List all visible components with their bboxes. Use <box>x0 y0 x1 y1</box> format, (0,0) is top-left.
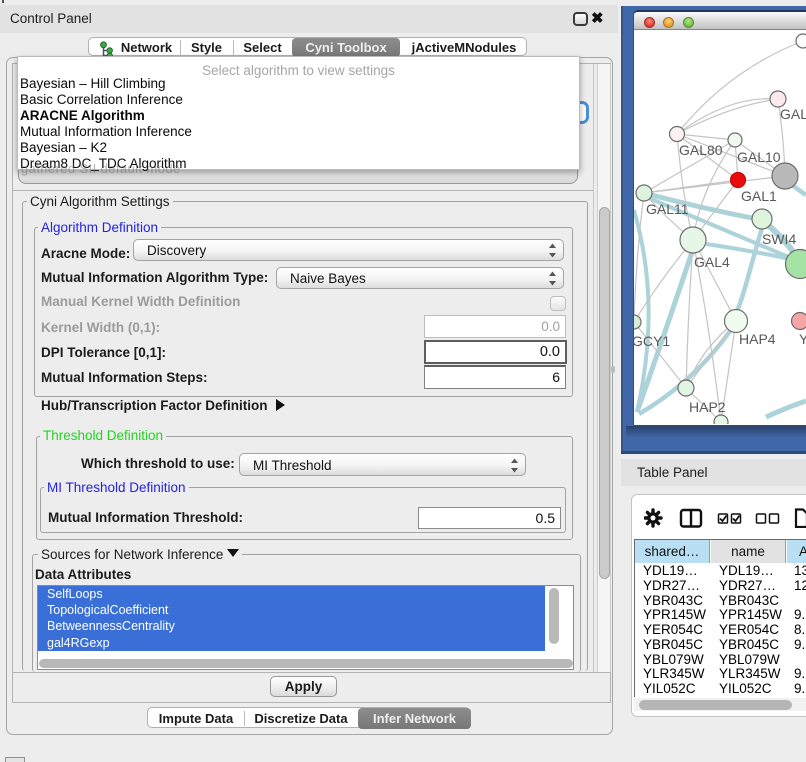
svg-text:GAL4: GAL4 <box>694 254 730 270</box>
svg-text:Y: Y <box>799 331 806 347</box>
svg-text:HAP4: HAP4 <box>739 331 776 347</box>
svg-text:HAP2: HAP2 <box>689 399 726 415</box>
svg-text:GCY1: GCY1 <box>634 333 670 349</box>
svg-text:GAL1: GAL1 <box>741 188 777 204</box>
svg-text:GAL: GAL <box>780 106 806 122</box>
svg-text:GAL10: GAL10 <box>737 149 781 165</box>
svg-text:GAL80: GAL80 <box>679 142 723 158</box>
svg-text:GAL11: GAL11 <box>646 201 689 217</box>
svg-text:SWI4: SWI4 <box>762 231 796 247</box>
